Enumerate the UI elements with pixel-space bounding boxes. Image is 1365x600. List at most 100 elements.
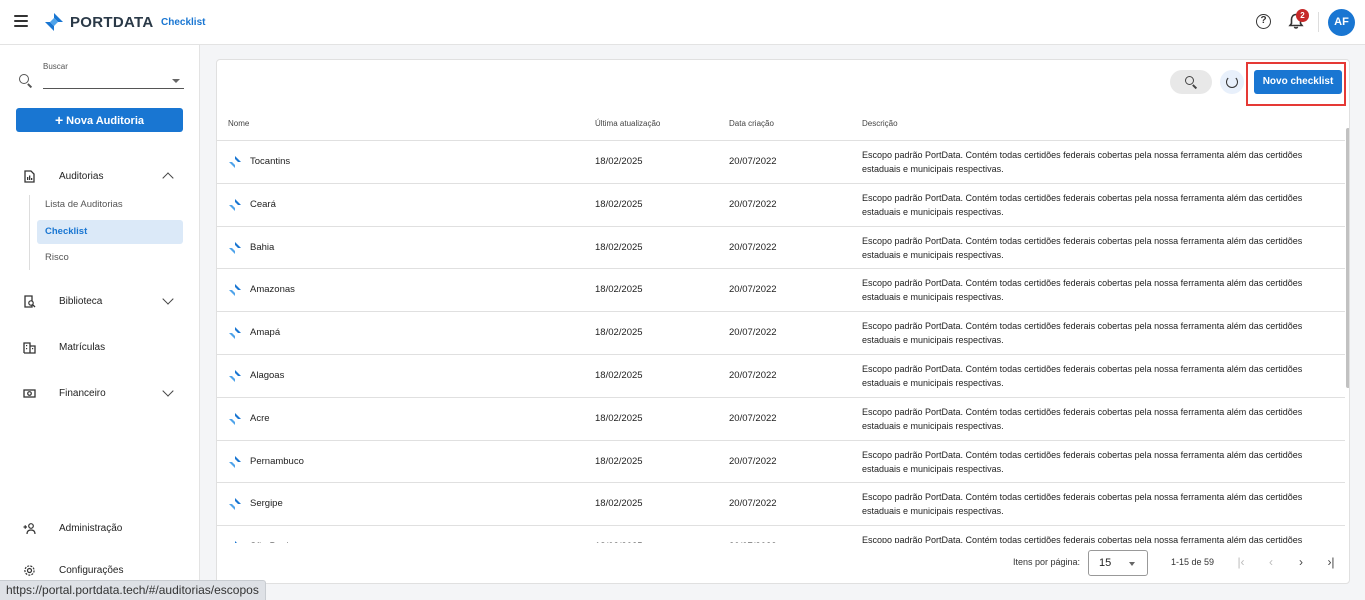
items-per-page-select[interactable]: 15 — [1088, 550, 1148, 576]
cell-name: Sergipe — [250, 498, 283, 510]
scrollbar[interactable] — [1346, 128, 1349, 388]
cell-description: Escopo padrão PortData. Contém todas cer… — [862, 535, 1303, 543]
items-per-page-value: 15 — [1099, 557, 1112, 569]
cell-updated: 18/02/2025 — [595, 198, 643, 210]
cell-description: Escopo padrão PortData. Contém todas cer… — [862, 278, 1303, 303]
cell-name: Tocantins — [250, 156, 291, 167]
cell-created: 20/07/2022 — [729, 369, 777, 381]
checklist-logo-icon — [229, 455, 241, 468]
sidebar-label-administracao: Administração — [59, 522, 123, 534]
cell-description: Escopo padrão PortData. Contém todas cer… — [862, 449, 1303, 474]
cell-updated: 18/02/2025 — [595, 369, 643, 381]
search-input[interactable] — [43, 88, 184, 89]
cell-name: Amapá — [250, 327, 281, 339]
checklist-logo-icon — [229, 198, 241, 211]
table-row[interactable]: Pernambuco 18/02/2025 20/07/2022 Escopo pad… — [217, 441, 1345, 484]
table-row[interactable]: Alagoas 18/02/2025 20/07/2022 Escopo padrão… — [217, 355, 1345, 398]
plus-icon: + — [54, 112, 64, 128]
sidebar-item-financeiro[interactable]: Financeiro — [0, 381, 200, 405]
items-per-page-label: Itens por página: — [1013, 557, 1081, 567]
cell-description: Escopo padrão PortData. Contém todas cer… — [862, 235, 1303, 260]
sidebar-item-administracao[interactable]: Administração — [0, 516, 200, 540]
sidebar-label-auditorias: Auditorias — [59, 170, 104, 182]
user-avatar[interactable]: AF — [1328, 9, 1355, 36]
checklist-logo-icon — [229, 369, 241, 382]
chevron-down-icon[interactable] — [162, 385, 174, 397]
table-row[interactable]: Tocantins 18/02/2025 20/07/2022 Escopo padr… — [217, 141, 1345, 184]
column-header-nome[interactable]: Nome — [228, 119, 249, 128]
sidebar-label-matriculas: Matrículas — [59, 341, 106, 353]
table-row[interactable]: São Paulo18/02/202520/07/2022Escopo padr… — [217, 526, 1345, 543]
table-row[interactable]: Amapá 18/02/2025 20/07/2022 Escopo padrão P… — [217, 312, 1345, 355]
cell-name: Amazonas — [250, 284, 295, 296]
sidebar: Buscar + Nova Auditoria Auditorias Lista … — [0, 45, 200, 600]
paginator: Itens por página: 15 1-15 de 59 |‹ ‹ › ›… — [217, 543, 1349, 583]
table-body: Tocantins 18/02/2025 20/07/2022 Escopo padr… — [217, 141, 1345, 543]
next-page-icon[interactable]: › — [1294, 555, 1308, 569]
add-person-icon — [23, 522, 36, 534]
chevron-up-icon[interactable] — [162, 171, 174, 184]
page-title: Checklist — [161, 17, 206, 28]
brand-logo[interactable]: PORTDATA — [44, 12, 154, 32]
cell-updated: 18/02/2025 — [595, 284, 643, 296]
cell-created: 20/07/2022 — [729, 198, 777, 210]
search-icon — [19, 74, 29, 84]
column-header-data-criacao[interactable]: Data criação — [729, 119, 774, 128]
sidebar-item-checklist[interactable]: Checklist — [37, 220, 183, 244]
cell-updated: 18/02/2025 — [595, 327, 643, 339]
first-page-icon[interactable]: |‹ — [1234, 555, 1248, 569]
new-audit-label: Nova Auditoria — [66, 115, 144, 127]
cell-created: 20/07/2022 — [729, 412, 777, 424]
building-icon — [23, 341, 36, 354]
page-range-label: 1-15 de 59 — [1171, 557, 1215, 567]
subnav-line — [29, 195, 30, 270]
sidebar-item-biblioteca[interactable]: Biblioteca — [0, 289, 200, 313]
sidebar-item-configuracoes[interactable]: Configurações — [0, 558, 200, 582]
sidebar-label-biblioteca: Biblioteca — [59, 295, 103, 307]
sidebar-label-financeiro: Financeiro — [59, 387, 106, 399]
table-row[interactable]: Acre 18/02/2025 20/07/2022 Escopo padrão Po… — [217, 398, 1345, 441]
status-url: https://portal.portdata.tech/#/auditoria… — [0, 580, 266, 600]
table-search-button[interactable] — [1170, 70, 1212, 94]
checklist-logo-icon — [229, 412, 241, 425]
checklist-logo-icon — [229, 327, 241, 340]
dropdown-caret-icon[interactable] — [172, 79, 180, 83]
cell-description: Escopo padrão PortData. Contém todas cer… — [862, 406, 1303, 431]
previous-page-icon[interactable]: ‹ — [1264, 555, 1278, 569]
top-bar: PORTDATA Checklist ? 2 AF — [0, 0, 1365, 45]
table-row[interactable]: Bahia 18/02/2025 20/07/2022 Escopo padrão P… — [217, 227, 1345, 270]
checklist-logo-icon — [229, 284, 241, 297]
refresh-button[interactable] — [1220, 70, 1244, 94]
column-header-ultima-atualizacao[interactable]: Última atualização — [595, 119, 660, 128]
new-audit-button[interactable]: + Nova Auditoria — [16, 108, 183, 132]
sidebar-item-lista-auditorias[interactable]: Lista de Auditorias — [37, 193, 183, 217]
sidebar-search[interactable]: Buscar — [16, 60, 184, 92]
new-checklist-button[interactable]: Novo checklist — [1254, 70, 1342, 94]
search-label: Buscar — [43, 62, 68, 71]
cell-name: Bahia — [250, 241, 275, 253]
menu-icon[interactable] — [14, 15, 28, 27]
table-row[interactable]: Sergipe 18/02/2025 20/07/2022 Escopo padrão… — [217, 483, 1345, 527]
last-page-icon[interactable]: ›| — [1324, 555, 1338, 569]
cell-created: 20/07/2022 — [729, 455, 777, 467]
cell-created: 20/07/2022 — [729, 327, 777, 339]
column-header-descricao[interactable]: Descrição — [862, 119, 898, 128]
cell-description: Escopo padrão PortData. Contém todas cer… — [862, 321, 1303, 346]
sidebar-item-risco[interactable]: Risco — [37, 246, 183, 270]
table-header: Nome Última atualização Data criação Des… — [217, 112, 1345, 141]
library-search-icon — [24, 294, 36, 308]
cell-name: Acre — [250, 412, 270, 424]
chevron-down-icon[interactable] — [162, 293, 174, 305]
table-row[interactable]: Ceará 18/02/2025 20/07/2022 Escopo padrão P… — [217, 184, 1345, 227]
cell-created: 20/07/2022 — [729, 156, 777, 167]
cell-updated: 18/02/2025 — [595, 498, 643, 510]
sidebar-item-auditorias[interactable]: Auditorias — [0, 164, 200, 188]
table-row[interactable]: Amazonas 18/02/2025 20/07/2022 Escopo padrã… — [217, 269, 1345, 313]
dropdown-caret-icon — [1129, 562, 1135, 566]
cell-created: 20/07/2022 — [729, 498, 777, 510]
help-icon[interactable]: ? — [1256, 14, 1271, 29]
checklist-card: Novo checklist Nome Última atualização D… — [216, 59, 1350, 584]
sidebar-item-matriculas[interactable]: Matrículas — [0, 335, 200, 359]
cell-updated: 18/02/2025 — [595, 241, 643, 253]
portdata-logo-icon — [45, 13, 63, 31]
